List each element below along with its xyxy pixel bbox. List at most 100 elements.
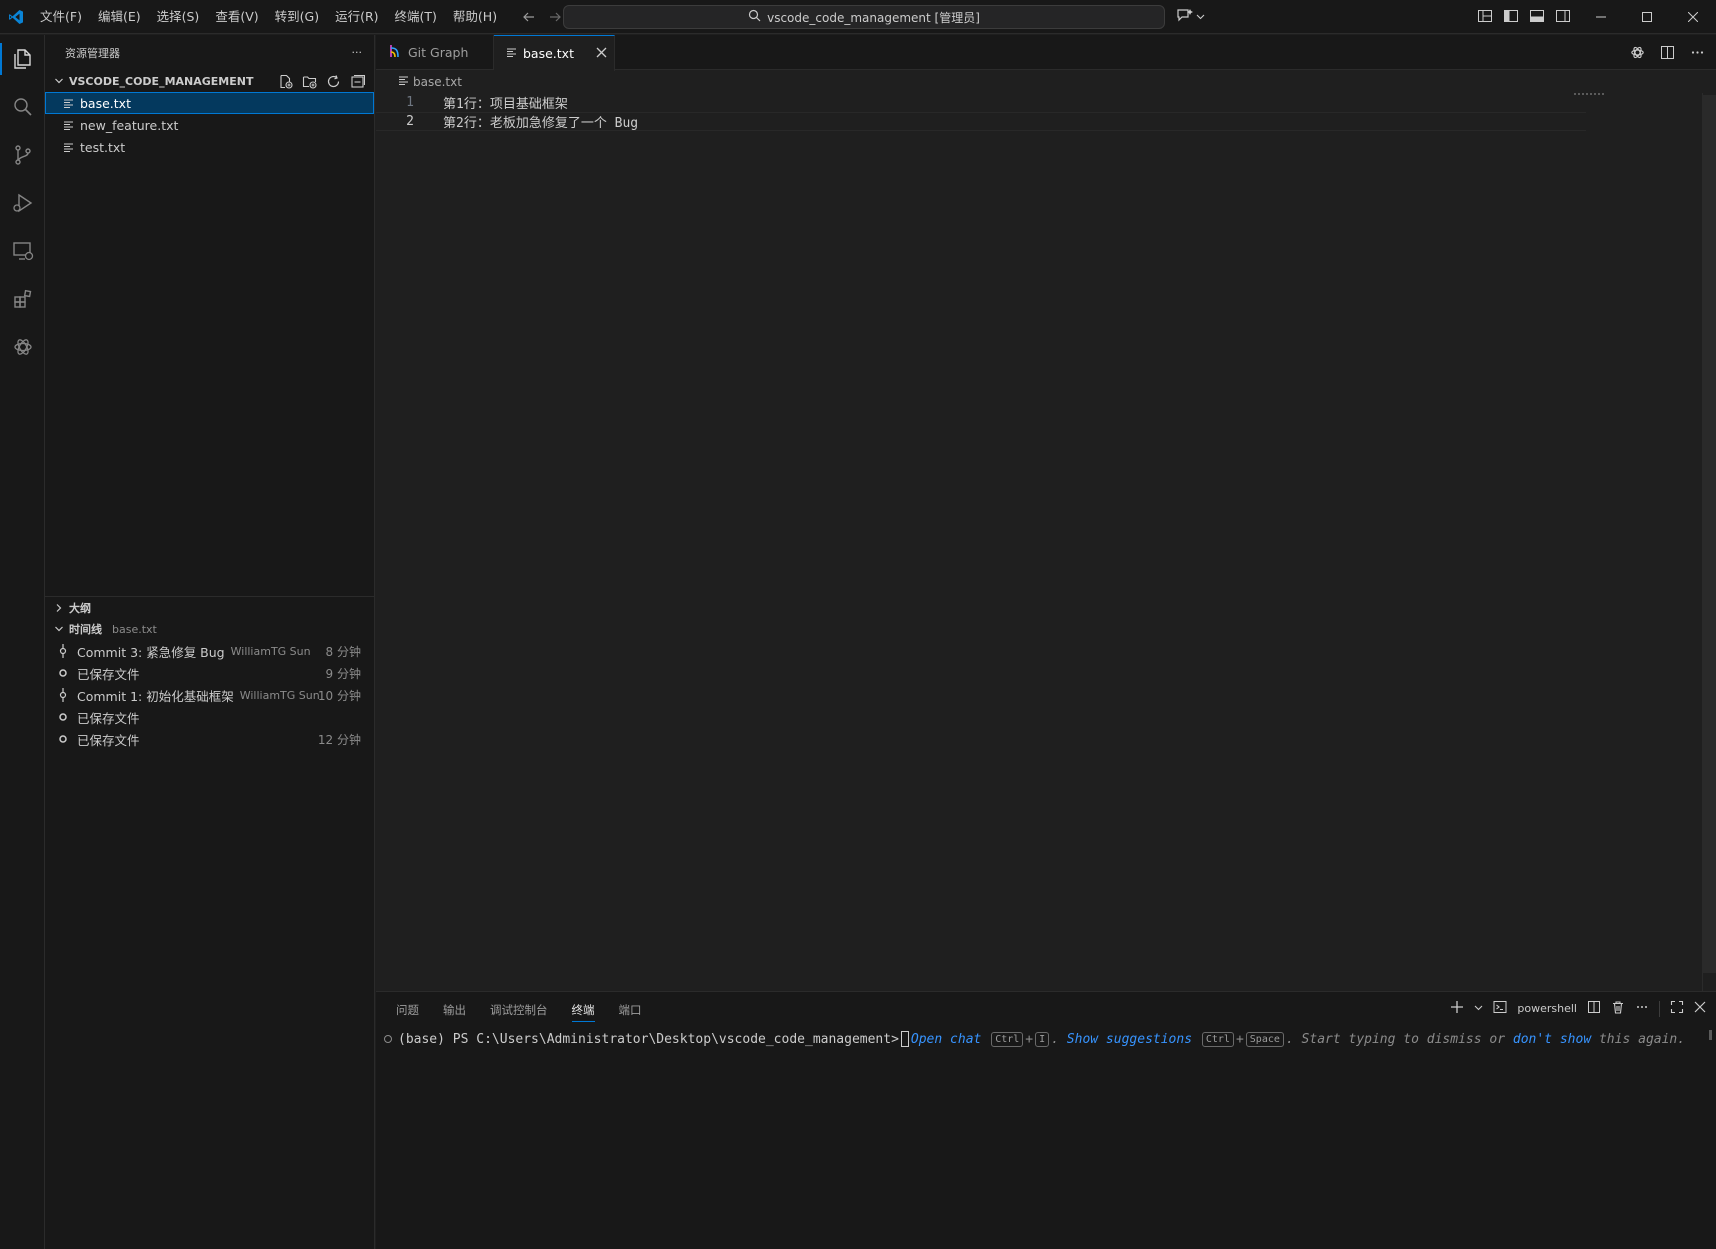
dont-show-link[interactable]: don't show [1513,1032,1591,1047]
chevron-down-icon [51,624,67,634]
run-debug-icon[interactable] [0,179,45,227]
text-file-icon [60,98,76,109]
explorer-header: 资源管理器 ··· [45,35,374,70]
back-arrow-icon[interactable] [519,7,539,27]
menu-run[interactable]: 运行(R) [327,0,386,34]
file-name: base.txt [80,95,131,111]
editor-scrollbar[interactable] [1702,93,1716,991]
kbd-ctrl-2: Ctrl [1201,1031,1234,1047]
terminal-scrollbar[interactable] [1709,1030,1712,1040]
chatgpt-icon[interactable] [0,323,45,371]
terminal-shell-name[interactable]: powershell [1517,1002,1577,1015]
tab-git-graph[interactable]: Git Graph [376,35,494,70]
timeline-author: WilliamTG Sun [230,644,311,658]
saved-circle-icon [55,667,71,679]
new-terminal-icon[interactable] [1450,1000,1464,1017]
maximize-icon[interactable] [1624,0,1670,34]
close-window-icon[interactable] [1670,0,1716,34]
search-icon[interactable] [0,83,45,131]
menu-selection[interactable]: 选择(S) [149,0,208,34]
timeline-label: Commit 1: 初始化基础框架 [77,688,234,704]
tab-terminal[interactable]: 终端 [571,1002,595,1022]
chatgpt-icon[interactable] [1628,43,1646,61]
chat-toggle-button[interactable] [1176,7,1205,26]
minimize-icon[interactable] [1578,0,1624,34]
outline-section-header[interactable]: 大纲 [45,596,375,618]
close-tab-icon[interactable] [596,46,607,61]
file-item-new-feature[interactable]: new_feature.txt [45,114,374,136]
new-file-icon[interactable] [276,72,294,90]
timeline-item[interactable]: 已保存文件 9 分钟 [45,662,375,684]
line-text: 第2行：老板加急修复了一个 Bug [443,116,639,131]
timeline-title: 时间线 [69,623,102,636]
chat-sparkle-icon [1176,7,1194,26]
chevron-down-icon [51,76,67,86]
code-editor[interactable]: 1 第1行：项目基础框架 2 第2行：老板加急修复了一个 Bug [376,93,1716,991]
command-center-search[interactable]: vscode_code_management [管理员] [563,5,1165,29]
remote-explorer-icon[interactable] [0,227,45,275]
minimap[interactable] [1574,93,1604,97]
split-terminal-icon[interactable] [1587,1000,1601,1017]
customize-layout-icon[interactable] [1476,7,1494,25]
menu-edit[interactable]: 编辑(E) [90,0,149,34]
timeline-section-header[interactable]: 时间线 base.txt [45,618,375,640]
terminal-status-circle-icon [384,1035,392,1043]
tab-ports[interactable]: 端口 [619,1002,642,1018]
breadcrumb-file[interactable]: base.txt [413,75,462,89]
hint-dismiss: . Start typing to dismiss or [1285,1031,1506,1047]
toggle-primary-sidebar-icon[interactable] [1502,7,1520,25]
chevron-down-icon[interactable] [1474,1002,1483,1015]
more-actions-icon[interactable] [1688,43,1706,61]
scrollbar-thumb[interactable] [1702,95,1716,973]
close-panel-icon[interactable] [1694,1001,1706,1016]
tab-debug-console[interactable]: 调试控制台 [490,1002,548,1018]
timeline-item[interactable]: 已保存文件 12 分钟 [45,728,375,750]
more-actions-icon[interactable]: ··· [352,46,363,59]
navigation-arrows [519,7,565,27]
maximize-panel-icon[interactable] [1670,1000,1684,1017]
source-control-icon[interactable] [0,131,45,179]
toggle-panel-icon[interactable] [1528,7,1546,25]
toggle-secondary-sidebar-icon[interactable] [1554,7,1572,25]
timeline-item[interactable]: Commit 3: 紧急修复 Bug WilliamTG Sun 8 分钟 [45,640,375,662]
open-chat-link[interactable]: Open chat [911,1032,981,1047]
menu-file[interactable]: 文件(F) [32,0,90,34]
kill-terminal-icon[interactable] [1611,1000,1625,1017]
split-editor-icon[interactable] [1658,43,1676,61]
explorer-icon[interactable] [0,35,45,83]
text-file-icon [60,142,76,153]
saved-circle-icon [55,733,71,745]
text-file-icon [506,46,517,61]
search-icon [748,9,761,25]
tab-label: Git Graph [408,45,469,60]
timeline-item[interactable]: 已保存文件 [45,706,375,728]
menu-view[interactable]: 查看(V) [207,0,266,34]
menu-help[interactable]: 帮助(H) [445,0,505,34]
commit-icon [55,688,71,702]
hint-dot: . [1051,1031,1059,1047]
new-folder-icon[interactable] [300,72,318,90]
timeline-time: 9 分钟 [325,666,361,681]
folder-header[interactable]: VSCODE_CODE_MANAGEMENT [45,70,374,92]
show-suggestions-link[interactable]: Show suggestions [1067,1032,1192,1047]
kbd-ctrl: Ctrl [991,1031,1024,1047]
terminal-line[interactable]: (base) PS C:\Users\Administrator\Desktop… [384,1031,1685,1047]
collapse-all-icon[interactable] [348,72,366,90]
title-bar: 文件(F) 编辑(E) 选择(S) 查看(V) 转到(G) 运行(R) 终端(T… [0,0,1716,34]
menu-terminal[interactable]: 终端(T) [387,0,445,34]
tab-problems[interactable]: 问题 [396,1002,419,1018]
refresh-icon[interactable] [324,72,342,90]
extensions-icon[interactable] [0,275,45,323]
terminal-cursor [900,1031,909,1047]
window-controls [1578,0,1716,34]
timeline-item[interactable]: Commit 1: 初始化基础框架 WilliamTG Sun 10 分钟 [45,684,375,706]
file-item-base[interactable]: base.txt [45,92,374,114]
more-actions-icon[interactable] [1635,1000,1649,1017]
tab-output[interactable]: 输出 [443,1002,466,1018]
file-item-test[interactable]: test.txt [45,136,374,158]
panel-actions: powershell [1450,1000,1706,1017]
tab-base-txt[interactable]: base.txt [494,35,615,71]
menu-go[interactable]: 转到(G) [267,0,327,34]
chevron-down-icon [1196,10,1205,24]
tab-label: base.txt [523,46,574,61]
